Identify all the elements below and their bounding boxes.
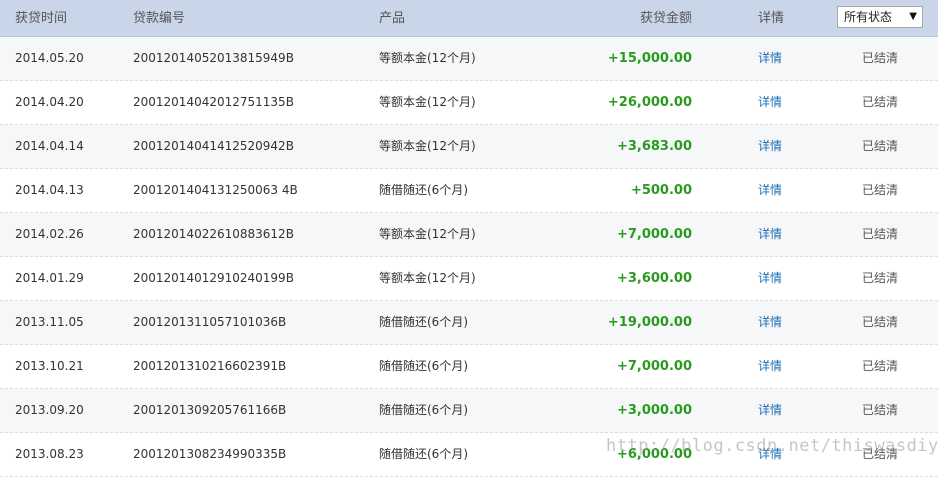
row-amount: +3,000.00 [616,403,692,418]
row-amount: +19,000.00 [607,315,692,330]
row-date: 2014.01.29 [15,271,84,285]
row-date: 2013.08.23 [15,447,84,461]
row-amount: +7,000.00 [616,359,692,374]
row-amount: +500.00 [630,183,692,198]
row-date: 2013.09.20 [15,403,84,417]
row-loan-id: 20012014022610883612B [133,227,294,241]
table-row: 2013.09.20 2001201309205761166B 随借随还(6个月) +… [0,389,938,433]
row-detail-link[interactable]: 详情 [758,169,782,212]
row-detail-link[interactable]: 详情 [758,257,782,300]
row-amount: +15,000.00 [607,51,692,66]
row-date: 2014.04.14 [15,139,84,153]
row-loan-id: 2001201311057101036B [133,315,287,329]
table-row: 2014.04.20 20012014042012751135B 等额本金(12个月… [0,81,938,125]
row-product: 随借随还(6个月) [379,403,468,417]
row-loan-id: 2001201308234990335B [133,447,287,461]
table-row: 2014.05.20 20012014052013815949B 等额本金(12个月… [0,37,938,81]
row-product: 随借随还(6个月) [379,183,468,197]
header-detail: 详情 [758,11,785,26]
row-date: 2013.10.21 [15,359,84,373]
row-loan-id: 20012014042012751135B [133,95,294,109]
row-status: 已结清 [862,359,899,373]
row-loan-id: 2001201309205761166B [133,403,287,417]
row-status: 已结清 [862,183,899,197]
row-amount: +3,600.00 [616,271,692,286]
table-header: 获贷时间 贷款编号 产品 获贷金额 详情 所有状态 ▼ [0,0,938,37]
row-product: 等额本金(12个月) [379,227,476,241]
row-status: 已结清 [862,403,899,417]
row-date: 2014.05.20 [15,51,84,65]
row-date: 2014.04.13 [15,183,84,197]
row-product: 随借随还(6个月) [379,447,468,461]
table-row: 2014.01.29 20012014012910240199B 等额本金(12个月… [0,257,938,301]
row-product: 等额本金(12个月) [379,271,476,285]
row-detail-link[interactable]: 详情 [758,345,782,388]
row-loan-id: 2001201404131250063 4B [133,183,298,197]
table-row: 2013.10.21 2001201310216602391B 随借随还(6个月) +… [0,345,938,389]
row-detail-link[interactable]: 详情 [758,389,782,432]
table-body: 2014.05.20 20012014052013815949B 等额本金(12个月… [0,37,938,477]
row-status: 已结清 [862,227,899,241]
row-status: 已结清 [862,315,899,329]
status-filter-value: 所有状态 [844,10,893,24]
row-detail-link[interactable]: 详情 [758,125,782,168]
row-amount: +3,683.00 [616,139,692,154]
row-loan-id: 2001201310216602391B [133,359,287,373]
row-loan-id: 20012014052013815949B [133,51,294,65]
row-detail-link[interactable]: 详情 [758,213,782,256]
row-product: 随借随还(6个月) [379,315,468,329]
table-row: 2014.04.14 20012014041412520942B 等额本金(12个月… [0,125,938,169]
row-date: 2013.11.05 [15,315,84,329]
chevron-down-icon: ▼ [909,11,917,22]
watermark-text: http://blog.csdn.net/thiswasdiy [606,436,938,456]
row-detail-link[interactable]: 详情 [758,301,782,344]
row-amount: +7,000.00 [616,227,692,242]
header-date: 获贷时间 [15,11,68,26]
header-product: 产品 [379,11,406,26]
row-product: 随借随还(6个月) [379,359,468,373]
row-status: 已结清 [862,271,899,285]
row-loan-id: 20012014012910240199B [133,271,294,285]
row-status: 已结清 [862,51,899,65]
row-status: 已结清 [862,139,899,153]
row-product: 等额本金(12个月) [379,51,476,65]
row-date: 2014.02.26 [15,227,84,241]
status-filter-select[interactable]: 所有状态 ▼ [837,6,923,28]
row-detail-link[interactable]: 详情 [758,37,782,80]
row-amount: +26,000.00 [607,95,692,110]
row-product: 等额本金(12个月) [379,139,476,153]
row-detail-link[interactable]: 详情 [758,81,782,124]
row-product: 等额本金(12个月) [379,95,476,109]
table-row: 2013.11.05 2001201311057101036B 随借随还(6个月) +… [0,301,938,345]
table-row: 2014.04.13 2001201404131250063 4B 随借随还(6个月… [0,169,938,213]
header-loan-id: 贷款编号 [133,11,186,26]
table-row: 2014.02.26 20012014022610883612B 等额本金(12个月… [0,213,938,257]
header-amount: 获贷金额 [639,11,692,26]
row-date: 2014.04.20 [15,95,84,109]
row-status: 已结清 [862,95,899,109]
loan-records-table: 获贷时间 贷款编号 产品 获贷金额 详情 所有状态 ▼ 2014.05.20 20… [0,0,938,477]
row-loan-id: 20012014041412520942B [133,139,294,153]
